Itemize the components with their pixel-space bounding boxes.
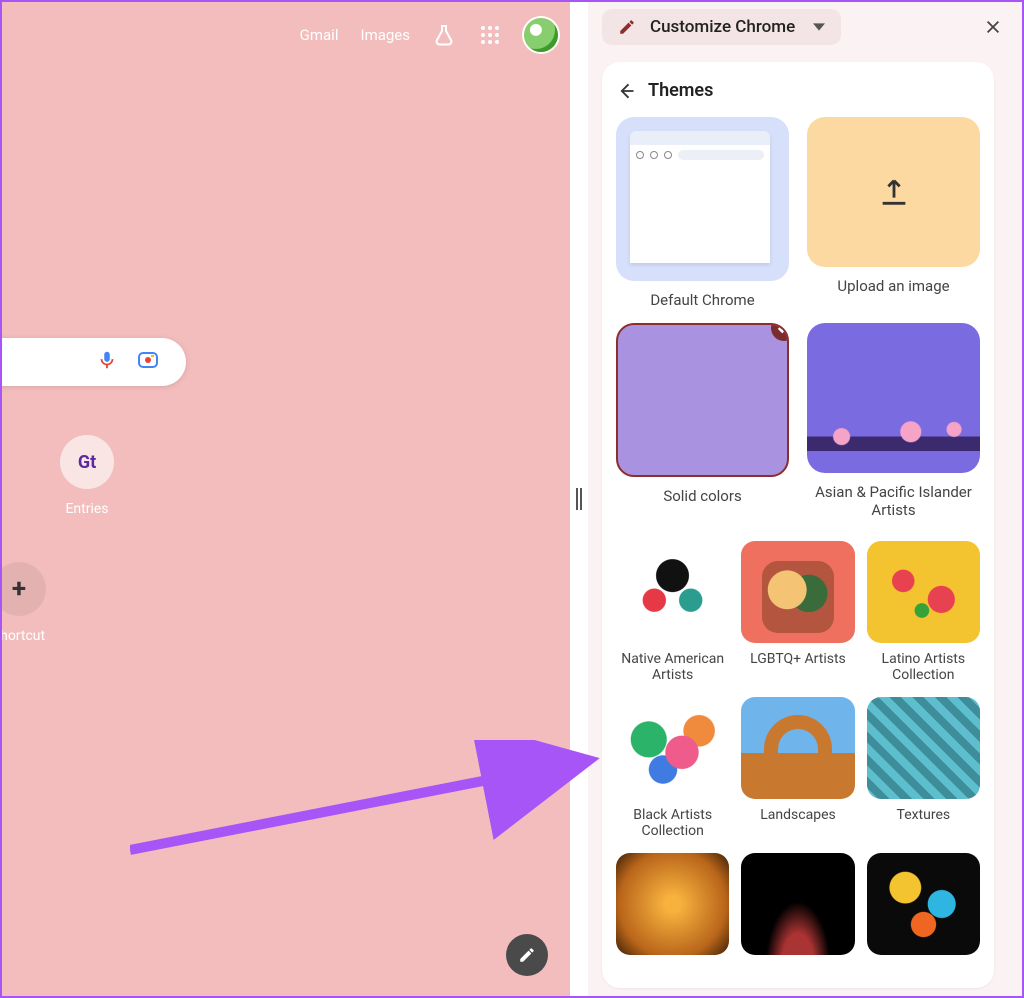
theme-asian-pacific[interactable]: Asian & Pacific Islander Artists	[807, 323, 980, 519]
theme-label: Upload an image	[837, 277, 949, 295]
images-link[interactable]: Images	[360, 26, 410, 44]
add-shortcut-icon: +	[0, 562, 46, 616]
new-tab-page: Gmail Images Gt Entries + shortcut	[0, 0, 570, 998]
theme-thumb	[741, 541, 854, 643]
theme-thumb	[741, 697, 854, 799]
theme-label: Asian & Pacific Islander Artists	[815, 483, 972, 519]
theme-textures[interactable]: Textures	[867, 697, 980, 839]
collection-theme-grid: Native American Artists LGBTQ+ Artists L…	[616, 541, 980, 963]
back-arrow-icon[interactable]	[616, 81, 636, 101]
theme-label: Native American Artists	[621, 651, 724, 683]
add-shortcut-label: shortcut	[0, 628, 45, 644]
theme-black-artists[interactable]: Black Artists Collection	[616, 697, 729, 839]
panel-title-dropdown[interactable]: Customize Chrome	[602, 9, 841, 45]
close-icon	[984, 18, 1002, 36]
theme-label: Solid colors	[663, 487, 741, 505]
theme-row-extra-2[interactable]	[741, 853, 854, 963]
labs-flask-icon[interactable]	[432, 23, 456, 47]
theme-thumb	[867, 697, 980, 799]
upload-icon	[877, 175, 911, 209]
gmail-link[interactable]: Gmail	[300, 26, 339, 44]
theme-thumb	[616, 697, 729, 799]
theme-label: LGBTQ+ Artists	[750, 651, 846, 667]
panel-title-text: Customize Chrome	[650, 17, 795, 37]
apps-grid-icon[interactable]	[478, 23, 502, 47]
themes-heading[interactable]: Themes	[616, 80, 980, 101]
theme-thumb	[616, 117, 789, 281]
shortcut-tile-icon: Gt	[60, 435, 114, 489]
panel-close-button[interactable]	[976, 10, 1010, 44]
theme-native-american[interactable]: Native American Artists	[616, 541, 729, 683]
theme-thumb	[807, 323, 980, 473]
theme-default-chrome[interactable]: Default Chrome	[616, 117, 789, 309]
theme-label: Black Artists Collection	[633, 807, 712, 839]
theme-thumb	[616, 541, 729, 643]
theme-thumb	[807, 117, 980, 267]
panel-header: Customize Chrome	[588, 0, 1024, 54]
theme-row-extra-1[interactable]	[616, 853, 729, 963]
ntp-header: Gmail Images	[300, 18, 558, 52]
section-title-text: Themes	[648, 80, 713, 101]
shortcut-label: Entries	[65, 501, 108, 517]
primary-theme-grid: Default Chrome Upload an image Solid col…	[616, 117, 980, 519]
theme-row-extra-3[interactable]	[867, 853, 980, 963]
pencil-icon	[518, 946, 536, 964]
theme-label: Default Chrome	[650, 291, 754, 309]
lens-search-icon[interactable]	[136, 348, 160, 376]
theme-thumb	[616, 323, 789, 477]
theme-thumb	[616, 853, 729, 955]
theme-label: Textures	[897, 807, 951, 823]
theme-label: Landscapes	[760, 807, 835, 823]
theme-solid-colors[interactable]: Solid colors	[616, 323, 789, 519]
shortcut-entries[interactable]: Gt Entries	[60, 435, 114, 517]
caret-down-icon	[813, 21, 825, 33]
panel-drag-handle[interactable]	[570, 0, 588, 998]
themes-card: Themes Default Chrome Upload an image So…	[602, 62, 994, 988]
theme-latino[interactable]: Latino Artists Collection	[867, 541, 980, 683]
theme-landscapes[interactable]: Landscapes	[741, 697, 854, 839]
voice-search-icon[interactable]	[96, 349, 118, 375]
theme-label: Latino Artists Collection	[882, 651, 966, 683]
selected-check-icon	[771, 323, 789, 341]
theme-thumb	[741, 853, 854, 955]
theme-lgbtq[interactable]: LGBTQ+ Artists	[741, 541, 854, 683]
add-shortcut[interactable]: + shortcut	[0, 562, 46, 644]
profile-avatar[interactable]	[524, 18, 558, 52]
theme-thumb	[867, 541, 980, 643]
customize-panel: Customize Chrome Themes Default Chrome U	[588, 0, 1024, 998]
search-bar[interactable]	[0, 338, 186, 386]
customize-fab[interactable]	[506, 934, 548, 976]
pencil-icon	[618, 18, 636, 36]
theme-thumb	[867, 853, 980, 955]
theme-upload-image[interactable]: Upload an image	[807, 117, 980, 309]
